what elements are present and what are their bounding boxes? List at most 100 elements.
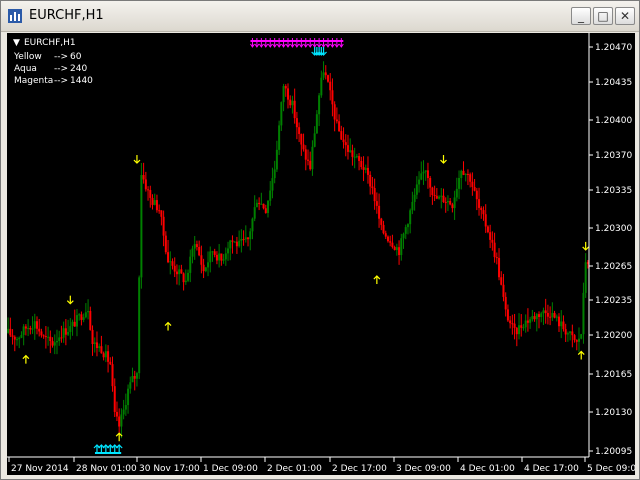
candle-body — [135, 373, 138, 379]
candle-body — [322, 72, 325, 78]
candle-body — [111, 364, 114, 387]
minimize-button[interactable]: _ — [571, 7, 591, 25]
yellow-up-arrow-icon — [22, 354, 30, 364]
yellow-up-arrow-icon — [577, 350, 585, 360]
candle-body — [200, 255, 203, 265]
candle-body — [338, 121, 341, 132]
candle-body — [144, 179, 147, 190]
price-tick-label: 1.20400 — [595, 116, 632, 126]
candle-body — [469, 174, 472, 182]
candle-body — [353, 156, 356, 158]
candle-body — [298, 127, 301, 134]
title-bar[interactable]: EURCHF,H1 _ □ ✕ — [1, 1, 639, 32]
candle-body — [167, 252, 170, 263]
candle-body — [542, 310, 545, 314]
candle-body — [413, 194, 416, 202]
candle-body — [509, 320, 512, 324]
candle-body — [175, 271, 178, 275]
candle-body — [411, 201, 414, 211]
candle-body — [131, 376, 134, 383]
candle-body — [444, 202, 447, 204]
candle-body — [584, 262, 587, 293]
candle-body — [87, 311, 90, 313]
candle-body — [553, 313, 556, 318]
candle-body — [420, 173, 423, 180]
candle-body — [349, 150, 352, 152]
candle-body — [249, 231, 252, 240]
aqua-up-arrow-icon — [97, 444, 105, 453]
candle-body — [47, 336, 50, 338]
candle-body — [473, 186, 476, 191]
magenta-down-arrow-icon — [298, 38, 304, 48]
candle-body — [251, 218, 254, 232]
candle-body — [571, 331, 574, 336]
candle-body — [215, 254, 218, 261]
candle-body — [398, 247, 401, 256]
candle-body — [549, 316, 552, 318]
candle-body — [371, 186, 374, 189]
candle-body — [49, 336, 52, 342]
price-tick-label: 1.20370 — [595, 151, 632, 161]
candle-body — [55, 341, 58, 343]
chart-canvas[interactable]: 1.20470 1.20435 1.20400 1.20370 1.20335 1.203… — [7, 33, 640, 475]
panel-toggle-triangle[interactable]: ▼ — [13, 38, 20, 48]
magenta-down-arrow-icon — [290, 38, 295, 48]
candle-body — [482, 210, 485, 215]
candle-body — [462, 170, 465, 175]
candle-body — [78, 314, 81, 316]
candle-body — [484, 214, 487, 227]
candle-body — [344, 142, 347, 146]
chart-app-icon — [8, 9, 22, 23]
candle-body — [118, 416, 121, 427]
time-tick-label: 4 Dec 01:00 — [460, 464, 515, 474]
candle-body — [133, 376, 136, 379]
magenta-down-arrow-icon — [334, 38, 340, 48]
candle-body — [247, 237, 250, 240]
candle-body — [451, 204, 454, 209]
candle-body — [269, 190, 272, 201]
candle-body — [309, 160, 312, 170]
candle-body — [71, 321, 74, 327]
panel-line-magenta-arrow: --> — [54, 76, 68, 86]
candle-body — [253, 207, 256, 219]
candle-body — [582, 292, 585, 335]
candles-group — [7, 61, 589, 439]
candle-body — [67, 331, 70, 335]
aqua-up-arrow-icon — [106, 444, 114, 453]
price-chart[interactable]: 1.20470 1.20435 1.20400 1.20370 1.20335 1.203… — [7, 33, 640, 475]
window-title: EURCHF,H1 — [29, 8, 104, 23]
maximize-button[interactable]: □ — [593, 7, 613, 25]
candle-body — [158, 210, 161, 212]
time-tick-label: 5 Dec 09:00 — [587, 464, 635, 474]
candle-body — [315, 114, 318, 134]
candle-body — [18, 337, 21, 340]
candle-body — [258, 202, 261, 205]
candle-body — [42, 335, 45, 337]
panel-line-magenta-name: Magenta — [14, 76, 53, 86]
candle-body — [431, 187, 434, 196]
candle-body — [187, 272, 190, 281]
candle-body — [80, 314, 83, 320]
candle-body — [313, 133, 316, 147]
candle-body — [233, 241, 236, 243]
candle-body — [220, 253, 223, 261]
candle-body — [209, 251, 212, 263]
candle-body — [278, 125, 281, 150]
time-tick-label: 2 Dec 01:00 — [267, 464, 322, 474]
candle-body — [360, 160, 363, 168]
candle-body — [455, 188, 458, 198]
candle-body — [69, 326, 72, 332]
candle-body — [573, 335, 576, 341]
candle-body — [289, 99, 292, 106]
candle-body — [480, 207, 483, 211]
candle-body — [426, 170, 429, 178]
candle-body — [189, 256, 192, 273]
candle-body — [147, 189, 150, 191]
candle-body — [293, 100, 296, 119]
candle-body — [33, 321, 36, 329]
candle-body — [391, 242, 394, 248]
close-button[interactable]: ✕ — [615, 7, 635, 25]
candle-body — [107, 351, 110, 362]
time-tick-label: 2 Dec 17:00 — [332, 464, 387, 474]
magenta-down-arrow-icon — [312, 38, 318, 48]
